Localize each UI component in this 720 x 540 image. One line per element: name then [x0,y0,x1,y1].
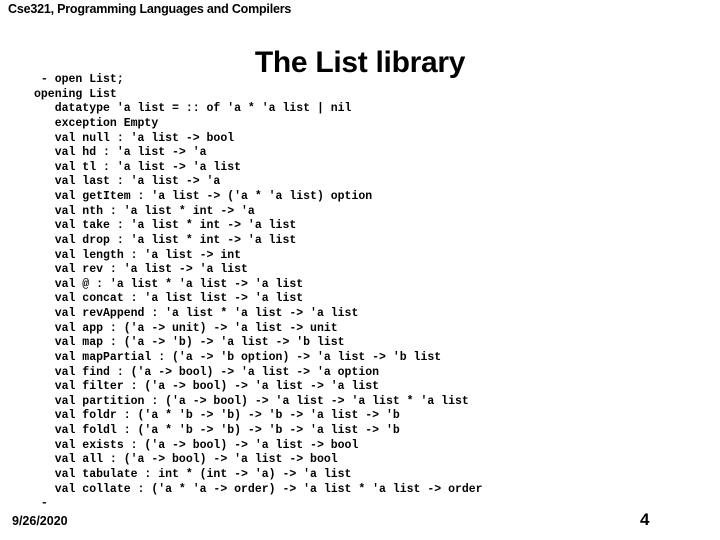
code-line: opening List [34,87,117,101]
code-line: val map : ('a -> 'b) -> 'a list -> 'b li… [34,336,345,350]
code-line: val null : 'a list -> bool [34,131,235,145]
code-line: val take : 'a list * int -> 'a list [34,219,297,233]
slide-canvas: Cse321, Programming Languages and Compil… [0,0,720,540]
code-line: val revAppend : 'a list * 'a list -> 'a … [34,307,359,320]
repl-transcript: - open List; opening List datatype 'a lis… [34,73,714,512]
code-line: val find : ('a -> bool) -> 'a list -> 'a… [34,365,380,379]
course-header: Cse321, Programming Languages and Compil… [8,2,292,16]
code-line: val @ : 'a list * 'a list -> 'a list [34,277,304,291]
code-line: val mapPartial : ('a -> 'b option) -> 'a… [34,350,442,364]
code-line: val drop : 'a list * int -> 'a list [34,233,297,247]
code-line: val exists : ('a -> bool) -> 'a list -> … [34,438,359,452]
code-line: val foldr : ('a * 'b -> 'b) -> 'b -> 'a … [34,409,400,423]
footer-page-number: 4 [640,510,650,529]
code-line: val app : ('a -> unit) -> 'a list -> uni… [34,321,338,335]
code-line: val partition : ('a -> bool) -> 'a list … [34,394,469,408]
code-line: val tl : 'a list -> 'a list [34,160,242,174]
code-line: val rev : 'a list -> 'a list [34,263,248,277]
footer-date: 9/26/2020 [12,514,68,528]
code-line: datatype 'a list = :: of 'a * 'a list | … [34,102,352,116]
code-line: - [34,497,48,511]
code-line: exception Empty [34,116,159,130]
code-line: - open List; [34,73,124,86]
code-line: val last : 'a list -> 'a [34,175,221,189]
code-line: val concat : 'a list list -> 'a list [34,292,304,306]
code-line: val all : ('a -> bool) -> 'a list -> boo… [34,453,338,467]
code-line: val hd : 'a list -> 'a [34,146,207,160]
code-line: val collate : ('a * 'a -> order) -> 'a l… [34,482,483,496]
code-line: val filter : ('a -> bool) -> 'a list -> … [34,380,380,394]
code-line: val getItem : 'a list -> ('a * 'a list) … [34,190,373,203]
code-line: val nth : 'a list * int -> 'a [34,204,255,218]
code-line: val foldl : ('a * 'b -> 'b) -> 'b -> 'a … [34,424,400,437]
code-line: val tabulate : int * (int -> 'a) -> 'a l… [34,467,352,481]
code-line: val length : 'a list -> int [34,248,242,262]
